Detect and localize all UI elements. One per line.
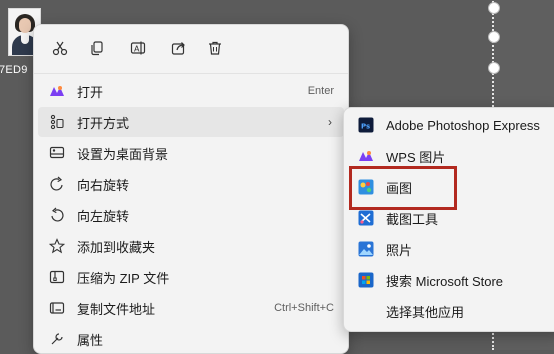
rotate-left-icon <box>48 206 66 224</box>
photoshop-express-icon: Ps <box>358 117 374 133</box>
svg-text:A: A <box>134 45 140 54</box>
cut-icon[interactable] <box>49 37 71 59</box>
context-menu: A 打开 Enter 打开方式 › 设置为桌面背景 向右旋转 向左旋转 添加到收… <box>33 24 349 354</box>
open-with-submenu: Ps Adobe Photoshop Express WPS 图片 画图 截图工… <box>343 107 554 332</box>
menu-item-label: 打开方式 <box>77 115 130 131</box>
menu-item-copy-path[interactable]: 复制文件地址 Ctrl+Shift+C <box>38 293 344 323</box>
desktop-file-name: 7ED9 <box>0 64 28 76</box>
menu-item-label: 属性 <box>77 332 104 348</box>
properties-icon <box>48 330 66 348</box>
menu-item-properties[interactable]: 属性 <box>38 324 344 354</box>
wallpaper-icon <box>48 144 66 162</box>
photos-icon <box>358 241 374 257</box>
microsoft-store-icon <box>358 272 374 288</box>
submenu-item-choose-other-app[interactable]: 选择其他应用 <box>348 296 553 326</box>
resize-handle[interactable] <box>488 62 500 74</box>
menu-item-set-wallpaper[interactable]: 设置为桌面背景 <box>38 138 344 168</box>
shortcut-hint: Ctrl+Shift+C <box>274 302 334 314</box>
menu-item-label: 设置为桌面背景 <box>77 146 169 162</box>
rotate-right-icon <box>48 175 66 193</box>
submenu-item-photoshop-express[interactable]: Ps Adobe Photoshop Express <box>348 110 553 140</box>
snipping-tool-icon <box>358 210 374 226</box>
submenu-item-label: 选择其他应用 <box>386 304 465 320</box>
blank-icon <box>358 303 374 319</box>
annotation-highlight-box <box>349 166 457 210</box>
menu-item-label: 打开 <box>77 84 104 100</box>
shortcut-hint: Enter <box>307 85 334 97</box>
menu-item-compress-zip[interactable]: 压缩为 ZIP 文件 <box>38 262 344 292</box>
resize-handle[interactable] <box>488 2 500 14</box>
submenu-item-label: 照片 <box>386 242 413 258</box>
context-menu-toolbar: A <box>34 25 348 71</box>
menu-item-label: 添加到收藏夹 <box>77 239 156 255</box>
resize-handle[interactable] <box>488 31 500 43</box>
open-with-icon <box>48 113 66 131</box>
zip-icon <box>48 268 66 286</box>
delete-icon[interactable] <box>204 37 226 59</box>
copy-path-icon <box>48 299 66 317</box>
copy-icon[interactable] <box>86 37 108 59</box>
menu-item-rotate-left[interactable]: 向左旋转 <box>38 200 344 230</box>
menu-separator <box>34 73 348 74</box>
menu-item-add-favorites[interactable]: 添加到收藏夹 <box>38 231 344 261</box>
wps-pictures-icon <box>358 148 374 164</box>
submenu-item-label: 搜索 Microsoft Store <box>386 273 504 289</box>
rename-icon[interactable]: A <box>127 37 149 59</box>
menu-item-label: 向右旋转 <box>77 177 130 193</box>
menu-item-label: 向左旋转 <box>77 208 130 224</box>
svg-text:Ps: Ps <box>361 123 370 131</box>
menu-item-open-with[interactable]: 打开方式 › <box>38 107 344 137</box>
star-icon <box>48 237 66 255</box>
share-icon[interactable] <box>168 37 190 59</box>
wps-open-icon <box>48 82 66 100</box>
submenu-item-photos[interactable]: 照片 <box>348 234 553 264</box>
menu-item-label: 压缩为 ZIP 文件 <box>77 270 170 286</box>
menu-item-rotate-right[interactable]: 向右旋转 <box>38 169 344 199</box>
submenu-item-search-store[interactable]: 搜索 Microsoft Store <box>348 265 553 295</box>
submenu-item-label: WPS 图片 <box>386 149 446 165</box>
menu-item-label: 复制文件地址 <box>77 301 156 317</box>
chevron-right-icon: › <box>328 115 332 129</box>
menu-item-open[interactable]: 打开 Enter <box>38 76 344 106</box>
submenu-item-label: Adobe Photoshop Express <box>386 117 540 133</box>
submenu-item-label: 截图工具 <box>386 211 439 227</box>
